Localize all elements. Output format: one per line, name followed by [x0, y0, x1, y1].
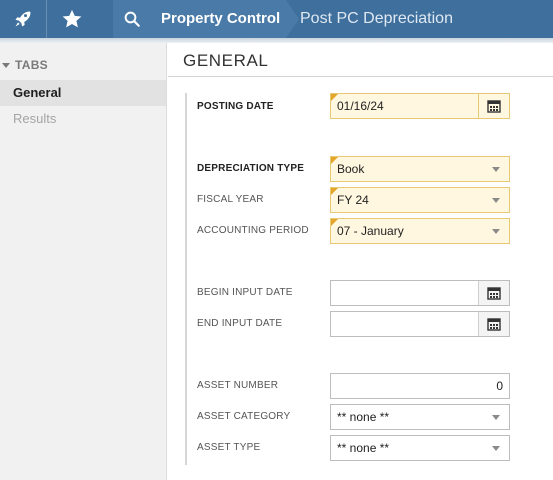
calendar-icon[interactable]: [478, 312, 509, 336]
tabs-panel: TABS General Results: [0, 43, 167, 480]
asset-type-label: ASSET TYPE: [197, 442, 261, 453]
breadcrumb-separator: [286, 0, 299, 38]
search-icon: [124, 11, 140, 27]
top-bar: Property Control Post PC Depreciation: [0, 0, 553, 38]
chevron-down-icon: [492, 229, 500, 234]
begin-input-date-field[interactable]: [330, 280, 510, 306]
accounting-period-value: 07 - January: [337, 224, 404, 238]
posting-date-label: POSTING DATE: [197, 101, 274, 112]
depreciation-type-select[interactable]: Book: [330, 156, 510, 182]
asset-type-value: ** none **: [337, 441, 390, 455]
asset-number-label: ASSET NUMBER: [197, 380, 279, 391]
end-input-date-label: END INPUT DATE: [197, 318, 283, 329]
tab-general[interactable]: General: [0, 80, 166, 106]
asset-number-value: 0: [496, 379, 503, 393]
chevron-down-icon: [492, 446, 500, 451]
calendar-icon[interactable]: [478, 281, 509, 305]
accounting-period-label: ACCOUNTING PERIOD: [197, 225, 309, 236]
calendar-icon[interactable]: [478, 94, 509, 118]
begin-input-date-label: BEGIN INPUT DATE: [197, 287, 293, 298]
asset-number-input[interactable]: 0: [330, 373, 510, 399]
tabs-header[interactable]: TABS: [2, 58, 48, 72]
asset-category-select[interactable]: ** none **: [330, 404, 510, 430]
tabs-header-label: TABS: [15, 58, 48, 72]
accounting-period-select[interactable]: 07 - January: [330, 218, 510, 244]
divider: [168, 76, 553, 77]
depreciation-type-value: Book: [337, 162, 365, 176]
tab-results[interactable]: Results: [0, 106, 166, 132]
chevron-down-icon: [492, 198, 500, 203]
chevron-down-icon: [492, 167, 500, 172]
search-button[interactable]: [113, 0, 150, 38]
posting-date-value: 01/16/24: [337, 99, 384, 113]
end-input-date-field[interactable]: [330, 311, 510, 337]
form-group-bar: [185, 93, 187, 465]
asset-category-label: ASSET CATEGORY: [197, 411, 291, 422]
section-title: GENERAL: [183, 51, 269, 70]
fiscal-year-select[interactable]: FY 24: [330, 187, 510, 213]
fiscal-year-label: FISCAL YEAR: [197, 194, 264, 205]
posting-date-field[interactable]: 01/16/24: [330, 93, 510, 119]
page-title: Post PC Depreciation: [300, 10, 453, 27]
depreciation-type-label: DEPRECIATION TYPE: [197, 163, 305, 174]
rocket-icon[interactable]: [0, 0, 46, 38]
asset-type-select[interactable]: ** none **: [330, 435, 510, 461]
caret-down-icon: [2, 62, 10, 68]
chevron-down-icon: [492, 415, 500, 420]
breadcrumb-property-control[interactable]: Property Control: [150, 0, 286, 38]
star-icon[interactable]: [46, 0, 98, 38]
asset-category-value: ** none **: [337, 410, 390, 424]
fiscal-year-value: FY 24: [337, 193, 369, 207]
